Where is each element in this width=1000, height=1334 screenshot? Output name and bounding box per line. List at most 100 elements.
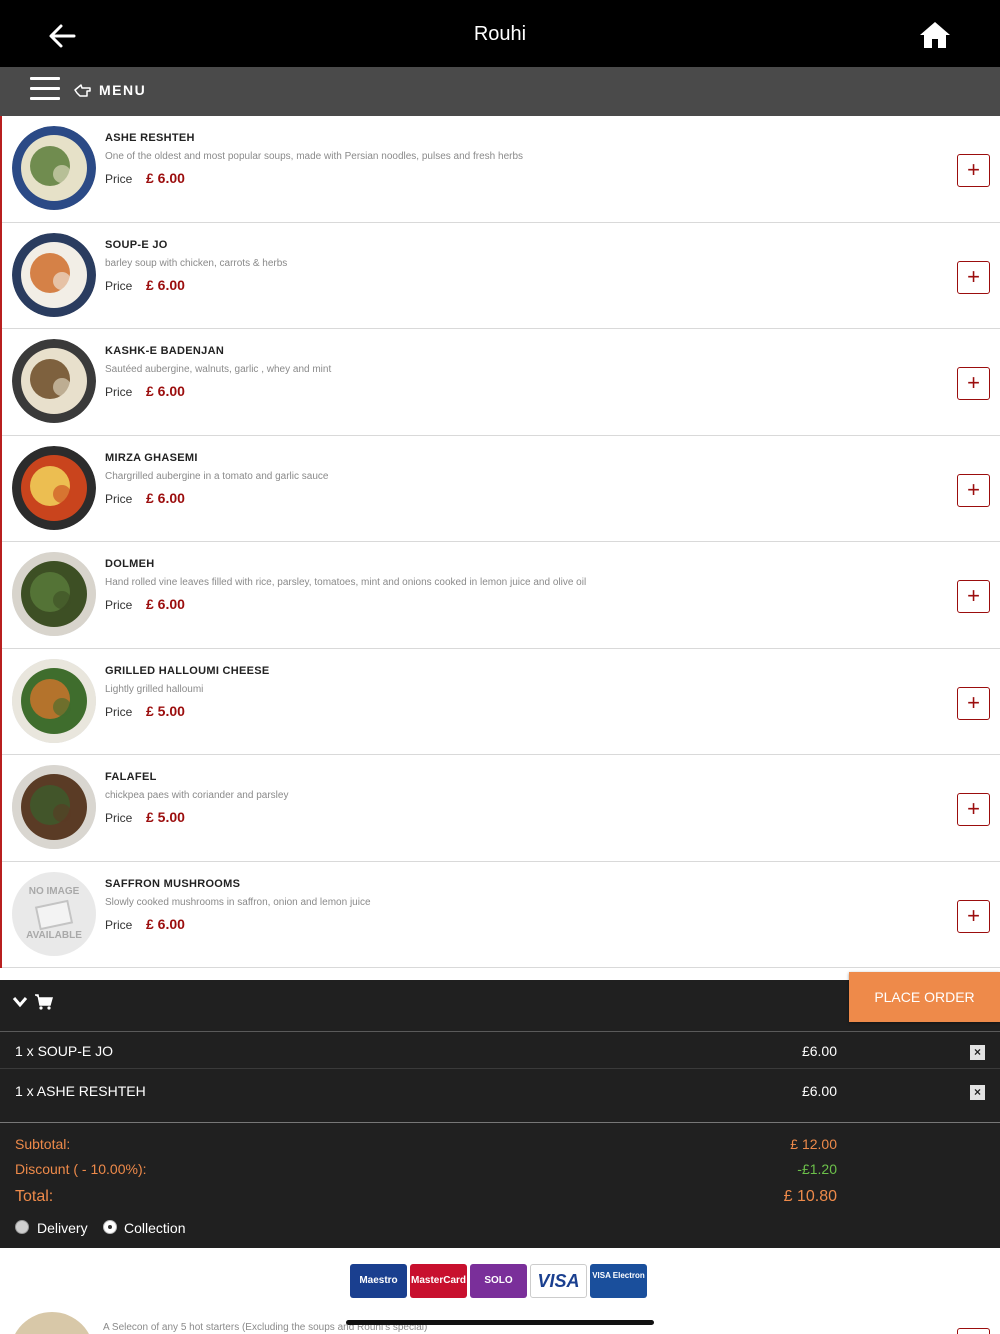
dish-image: [12, 552, 96, 636]
cart-line-item: 1 x SOUP-E JO: [15, 1043, 114, 1059]
add-button[interactable]: [957, 1328, 990, 1334]
menu-item: DOLMEH Hand rolled vine leaves filled wit…: [2, 542, 1000, 649]
payment-card-visa: VISA: [530, 1264, 587, 1298]
remove-icon[interactable]: ×: [970, 1045, 985, 1060]
item-name: ASHE RESHTEH: [105, 132, 195, 144]
discount-label: Discount ( - 10.00%):: [15, 1161, 147, 1177]
item-name: SAFFRON MUSHROOMS: [105, 877, 241, 890]
photo-placeholder-icon: [34, 899, 74, 930]
item-price: £ 6.00: [146, 383, 185, 399]
cart-line-amount: £6.00: [801, 1043, 837, 1059]
price-label: Price: [105, 598, 133, 612]
menu-item: GRILLED HALLOUMI CHEESE Lightly grilled h…: [2, 648, 1000, 755]
divider: [0, 1031, 1000, 1032]
menu-item: MIRZA GHASEMI Chargrilled aubergine in a …: [2, 435, 1000, 542]
menu-item: FALAFEL chickpea paes with coriander and …: [2, 755, 1000, 862]
discount-value: -£1.20: [797, 1161, 837, 1177]
menu-item: ASHE RESHTEH One of the oldest and most p…: [2, 116, 1000, 223]
item-price: £ 5.00: [146, 809, 185, 825]
item-price: £ 5.00: [146, 702, 185, 719]
collection-radio[interactable]: [103, 1220, 117, 1234]
page-title: Rouhi: [473, 23, 527, 45]
home-icon[interactable]: [918, 20, 952, 50]
place-order-button[interactable]: PLACE ORDER: [849, 972, 1000, 1022]
menu-item-list: ASHE RESHTEH One of the oldest and most p…: [0, 116, 1000, 968]
dish-image: [12, 658, 96, 743]
home-indicator: [346, 1320, 654, 1325]
payment-card-solo: SOLO: [470, 1264, 527, 1298]
dish-image: [12, 339, 96, 423]
dish-image: [12, 765, 96, 849]
total-value: £ 10.80: [783, 1188, 837, 1205]
app-root: Rouhi MENU ASHE RESHTEH One of the oldest…: [0, 0, 1000, 1334]
no-image-text: NO IMAGE: [28, 885, 80, 897]
item-name: DOLMEH: [105, 558, 155, 570]
item-price: £ 6.00: [146, 596, 185, 612]
item-price: £ 6.00: [146, 489, 185, 506]
item-price: £ 6.00: [146, 170, 185, 186]
dish-image: [12, 126, 96, 210]
price-label: Price: [105, 385, 133, 399]
dish-image: NO IMAGE AVAILABLE: [12, 871, 96, 956]
cart-icon: [35, 994, 53, 1010]
price-label: Price: [105, 172, 133, 186]
price-label: Price: [105, 811, 133, 825]
cart-line-item: 1 x ASHE RESHTEH: [15, 1083, 146, 1099]
payment-card-visa-electron: VISA Electron: [590, 1264, 647, 1298]
add-button[interactable]: +: [957, 899, 990, 933]
item-description: Hand rolled vine leaves filled with rice…: [105, 577, 587, 588]
add-button[interactable]: +: [957, 580, 990, 613]
delivery-radio[interactable]: [15, 1220, 29, 1234]
price-label: Price: [105, 917, 133, 932]
divider: [0, 1068, 1000, 1069]
item-price: £ 6.00: [146, 915, 185, 932]
dish-image: [12, 445, 96, 530]
cart-line: 1 x ASHE RESHTEH £6.00 ×: [0, 1073, 1000, 1111]
price-label: Price: [105, 491, 133, 506]
menu-label[interactable]: MENU: [99, 82, 146, 98]
payment-methods: Maestro MasterCard SOLO VISA VISA Electron: [0, 1248, 1000, 1318]
item-name: GRILLED HALLOUMI CHEESE: [105, 664, 270, 677]
price-label: Price: [105, 278, 133, 293]
menu-bar: MENU: [0, 67, 1000, 116]
add-button[interactable]: +: [957, 154, 990, 187]
cart-line: 1 x SOUP-E JO £6.00 ×: [0, 1033, 1000, 1071]
payment-card-maestro: Maestro: [350, 1264, 407, 1298]
item-name: SOUP-E JO: [105, 238, 168, 251]
available-text: AVAILABLE: [26, 929, 82, 941]
total-label: Total:: [15, 1188, 54, 1205]
item-description: Chargrilled aubergine in a tomato and ga…: [105, 470, 329, 482]
item-description: One of the oldest and most popular soups…: [105, 151, 524, 162]
subtotal-label: Subtotal:: [15, 1136, 71, 1152]
payment-card-mastercard: MasterCard: [410, 1264, 467, 1298]
add-button[interactable]: +: [957, 793, 990, 826]
delivery-label[interactable]: Delivery: [37, 1220, 88, 1236]
item-description: barley soup with chicken, carrots & herb…: [105, 257, 288, 269]
item-name: MIRZA GHASEMI: [105, 451, 198, 464]
remove-icon[interactable]: ×: [970, 1085, 985, 1100]
item-description: Sautéed aubergine, walnuts, garlic , whe…: [105, 364, 332, 375]
collection-label[interactable]: Collection: [124, 1220, 185, 1236]
add-button[interactable]: +: [957, 367, 990, 400]
menu-item: NO IMAGE AVAILABLE SAFFRON MUSHROOMS Slowly…: [2, 861, 1000, 968]
top-bar: Rouhi: [0, 0, 1000, 67]
menu-item: KASHK-E BADENJAN Sautéed aubergine, walnu…: [2, 329, 1000, 436]
add-button[interactable]: +: [957, 473, 990, 507]
pointing-hand-icon: [74, 84, 91, 97]
item-name: KASHK-E BADENJAN: [105, 345, 225, 357]
subtotal-value: £ 12.00: [790, 1136, 837, 1152]
add-button[interactable]: +: [957, 686, 990, 720]
item-price: £ 6.00: [146, 276, 185, 293]
item-description: Lightly grilled halloumi: [105, 683, 204, 695]
chevron-down-icon[interactable]: [12, 995, 28, 1009]
menu-item: SOUP-E JO barley soup with chicken, carro…: [2, 222, 1000, 329]
item-description: chickpea paes with coriander and parsley: [105, 790, 289, 801]
divider: [0, 1122, 1000, 1123]
item-name: FALAFEL: [105, 771, 157, 783]
hamburger-menu-icon[interactable]: [30, 77, 60, 103]
item-description: Slowly cooked mushrooms in saffron, onio…: [105, 896, 371, 908]
price-label: Price: [105, 704, 133, 719]
dish-image: [12, 232, 96, 317]
add-button[interactable]: +: [957, 260, 990, 294]
cart-line-amount: £6.00: [801, 1083, 837, 1099]
